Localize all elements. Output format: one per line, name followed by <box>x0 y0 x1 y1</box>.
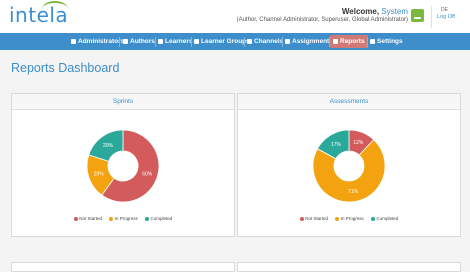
welcome-text: Welcome, System <box>342 7 408 16</box>
legend-dot <box>109 216 114 221</box>
nav-label: Learners <box>165 38 193 45</box>
group-icon <box>194 38 199 44</box>
nav-label: Authors <box>130 38 155 45</box>
nav-assignments[interactable]: Assignments <box>285 33 333 50</box>
logo-arc-decoration <box>42 1 68 17</box>
sprints-donut-chart: 60% 20% 20% <box>86 129 160 203</box>
nav-label: Settings <box>377 38 403 45</box>
legend-item: Completed <box>371 216 398 221</box>
assessments-panel: Assessments 12% 71% 17% Not Started In Pro… <box>237 93 461 237</box>
main-navbar: Administrators Authors Learners Learner … <box>0 33 470 50</box>
legend-label: Completed <box>150 216 173 221</box>
people-icon <box>123 38 128 44</box>
slice-label: 71% <box>348 189 359 195</box>
slice-label: 20% <box>94 172 105 178</box>
slice-label: 17% <box>331 142 342 148</box>
header-divider <box>431 6 432 28</box>
nav-label: Learner Groups <box>201 38 250 45</box>
legend-item: Not Started <box>299 216 328 221</box>
slice-label: 12% <box>353 140 364 146</box>
wrench-icon <box>370 38 375 44</box>
nav-learners[interactable]: Learners <box>158 33 192 50</box>
lower-panel-left <box>11 262 235 272</box>
legend-dot <box>335 216 340 221</box>
nav-divider <box>191 37 192 47</box>
sprints-panel: Sprints 60% 20% 20% Not Started In Progres… <box>11 93 235 237</box>
assessments-donut-chart: 12% 71% 17% <box>312 129 386 203</box>
nav-channels[interactable]: Channels <box>247 33 283 50</box>
panel-title: Assessments <box>238 94 460 110</box>
language-code[interactable]: DE <box>441 7 448 13</box>
legend-item: In Progress <box>109 216 138 221</box>
legend-dot <box>145 216 150 221</box>
person-icon <box>158 38 163 44</box>
nav-label: Administrators <box>78 38 125 45</box>
legend-dot <box>371 216 376 221</box>
legend-label: In Progress <box>114 216 138 221</box>
nav-administrators[interactable]: Administrators <box>71 33 124 50</box>
legend-item: Completed <box>145 216 172 221</box>
nav-divider <box>155 37 156 47</box>
nav-settings[interactable]: Settings <box>370 33 403 50</box>
legend-label: Completed <box>376 216 399 221</box>
nav-label: Assignments <box>292 38 333 45</box>
nav-divider <box>367 37 368 47</box>
user-profile-icon[interactable] <box>411 9 424 22</box>
user-roles: (Author, Channel Administrator, Superuse… <box>236 17 408 23</box>
legend-label: In Progress <box>340 216 364 221</box>
welcome-prefix: Welcome, <box>341 7 380 16</box>
user-name: System <box>381 7 408 16</box>
legend-item: In Progress <box>335 216 364 221</box>
nav-authors[interactable]: Authors <box>123 33 155 50</box>
list-icon <box>285 38 290 44</box>
lower-panel-right <box>237 262 461 272</box>
legend-item: Not Started <box>73 216 102 221</box>
nav-divider <box>119 37 120 47</box>
nav-reports[interactable]: Reports <box>330 35 368 48</box>
legend-label: Not Started <box>305 216 328 221</box>
nav-divider <box>244 37 245 47</box>
logoff-link[interactable]: Log Off <box>437 14 455 20</box>
legend-dot <box>73 216 78 221</box>
chart-legend: Not Started In Progress Completed <box>12 216 234 221</box>
sitemap-icon <box>247 38 252 44</box>
chart-legend: Not Started In Progress Completed <box>238 216 460 221</box>
legend-dot <box>299 216 304 221</box>
nav-label: Reports <box>340 38 365 45</box>
slice-label: 20% <box>103 143 114 149</box>
chart-icon <box>333 38 338 44</box>
nav-learner-groups[interactable]: Learner Groups <box>194 33 250 50</box>
top-header: intela Welcome, System (Author, Channel … <box>0 0 470 33</box>
nav-divider <box>282 37 283 47</box>
person-icon <box>71 38 76 44</box>
nav-label: Channels <box>254 38 284 45</box>
legend-label: Not Started <box>79 216 102 221</box>
page-title: Reports Dashboard <box>11 61 120 75</box>
panel-title: Sprints <box>12 94 234 110</box>
slice-label: 60% <box>142 172 153 178</box>
